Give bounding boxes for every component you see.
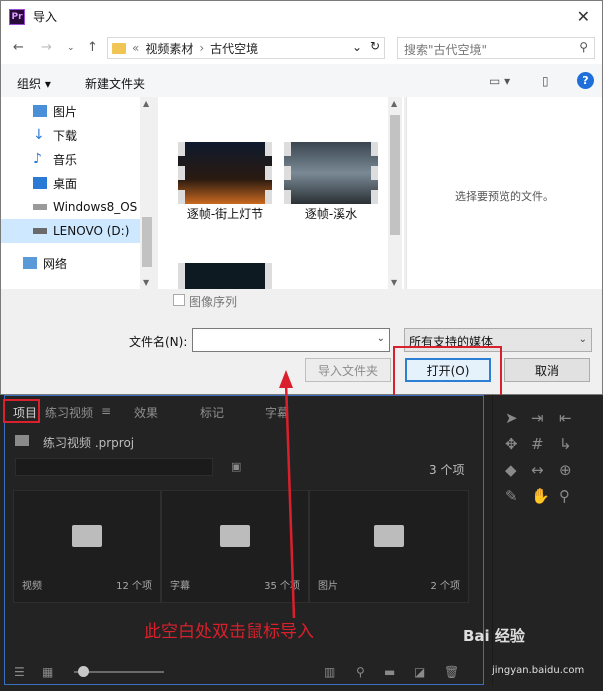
- annotation-arrow: [279, 370, 296, 619]
